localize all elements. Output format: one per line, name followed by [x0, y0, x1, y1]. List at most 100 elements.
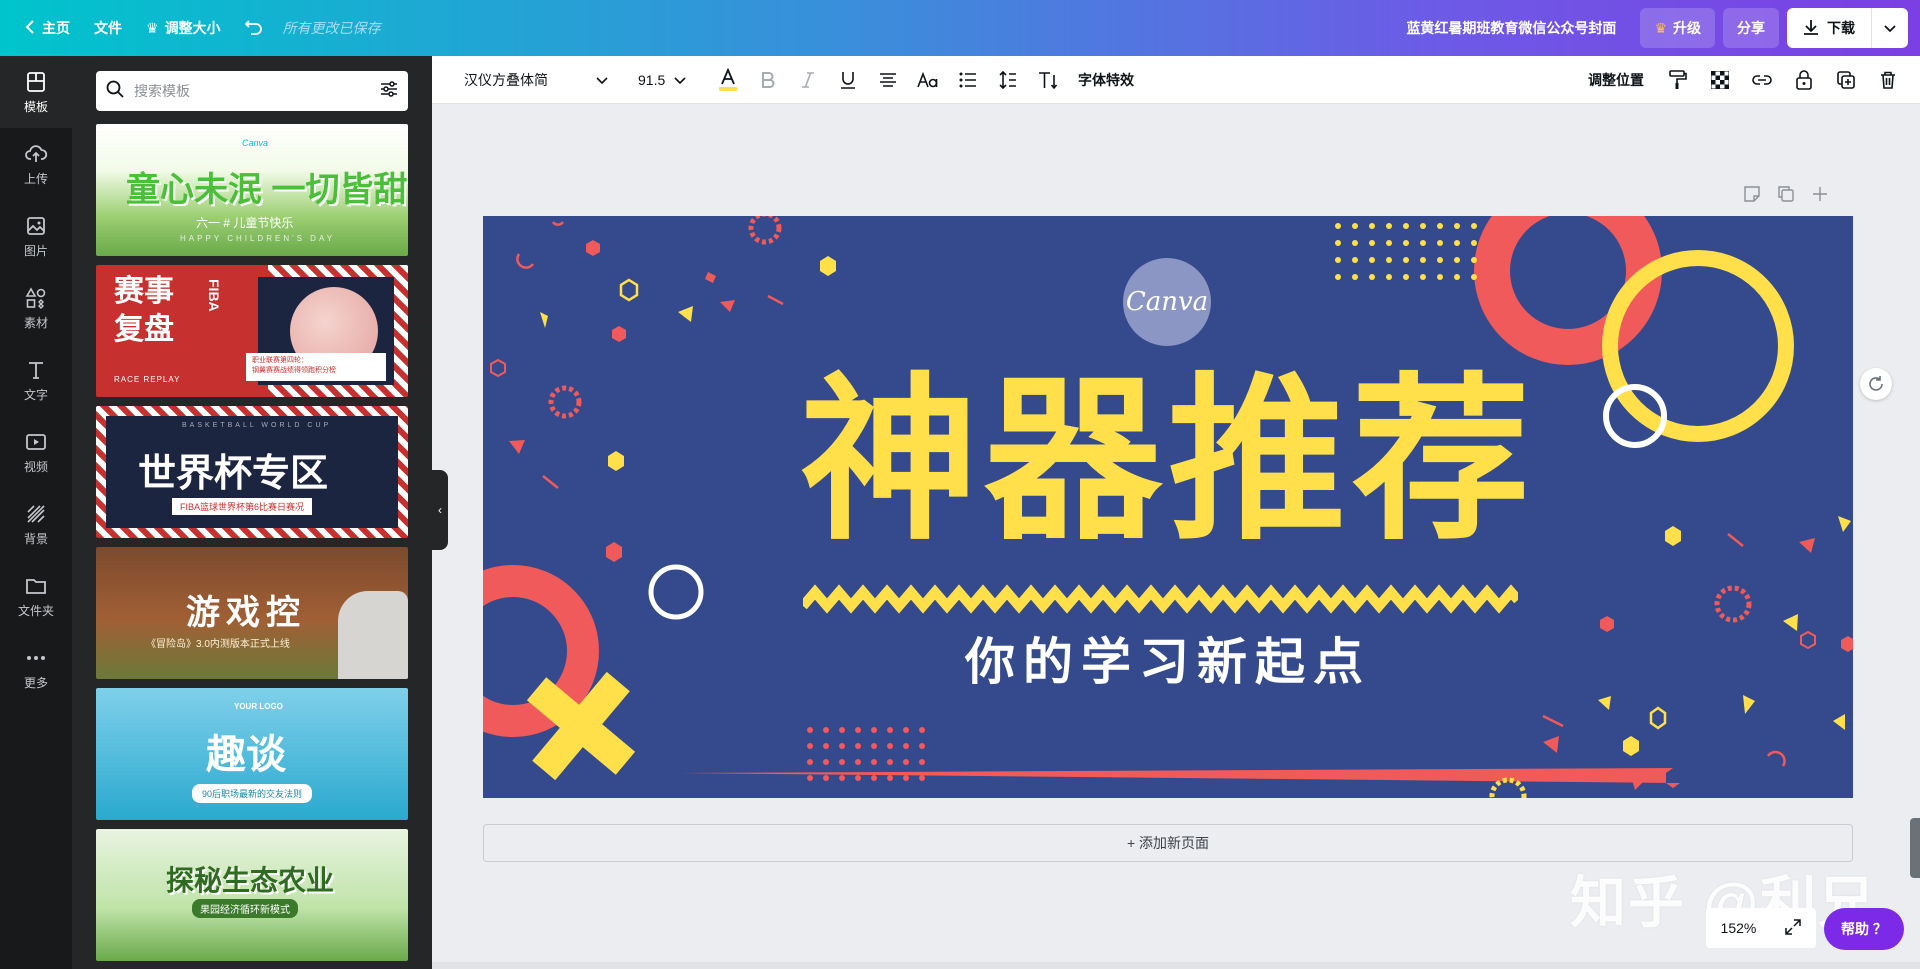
- rail-label: 视频: [23, 459, 48, 474]
- rail-item-templates[interactable]: 模板: [0, 56, 72, 128]
- template-title: 探秘生态农业: [166, 865, 335, 896]
- link-button[interactable]: [1742, 64, 1782, 96]
- note-icon[interactable]: [1744, 186, 1760, 207]
- design-subtitle[interactable]: 你的学习新起点: [798, 622, 1538, 694]
- horizontal-scrollbar[interactable]: [432, 962, 1920, 969]
- list-button[interactable]: [948, 64, 988, 96]
- help-button[interactable]: 帮助 ？: [1824, 908, 1904, 950]
- copy-style-button[interactable]: [1658, 64, 1698, 96]
- rail-item-uploads[interactable]: 上传: [0, 128, 72, 200]
- template-list: Canva 童心未泯 一切皆甜 六一 # 儿童节快乐 HAPPY CHILDRE…: [96, 124, 408, 969]
- design-canvas[interactable]: Canva 神器推荐 你的学习新起点: [483, 216, 1853, 798]
- add-page-icon[interactable]: [1812, 186, 1828, 207]
- template-search[interactable]: [96, 71, 408, 111]
- template-thumb-world-cup[interactable]: BASKETBALL WORLD CUP 世界杯专区 FIBA篮球世界杯第6比赛…: [96, 406, 408, 538]
- underline-icon: [841, 71, 855, 89]
- underline-button[interactable]: [828, 64, 868, 96]
- rail-item-photos[interactable]: 图片: [0, 200, 72, 272]
- rail-item-more[interactable]: 更多: [0, 632, 72, 704]
- font-family-select[interactable]: 汉仪方叠体简: [456, 64, 616, 96]
- elephant-image: [338, 591, 408, 679]
- chevron-left-icon: [24, 19, 36, 37]
- text-color-button[interactable]: [708, 64, 748, 96]
- text-direction-icon: [1039, 71, 1058, 89]
- home-button[interactable]: 主页: [12, 8, 82, 48]
- zoom-control[interactable]: 152%: [1706, 908, 1816, 948]
- template-thumb-gamer[interactable]: 游戏控 《冒险岛》3.0内测版本正式上线: [96, 547, 408, 679]
- rail-label: 文字: [23, 387, 48, 402]
- vertical-text-button[interactable]: [1028, 64, 1068, 96]
- bold-icon: [762, 71, 775, 88]
- download-options-button[interactable]: [1872, 8, 1908, 48]
- duplicate-button[interactable]: [1826, 64, 1866, 96]
- zigzag-divider[interactable]: [803, 584, 1518, 614]
- save-status: 所有更改已保存: [282, 20, 381, 36]
- photo-icon: [27, 216, 45, 235]
- bold-button[interactable]: [748, 64, 788, 96]
- canva-logo[interactable]: Canva: [1123, 258, 1211, 346]
- side-tab[interactable]: [1910, 818, 1920, 878]
- template-title: 趣谈: [206, 733, 286, 777]
- duplicate-page-icon[interactable]: [1778, 186, 1794, 207]
- filter-icon[interactable]: [380, 80, 398, 103]
- rail-item-text[interactable]: 文字: [0, 344, 72, 416]
- italic-button[interactable]: [788, 64, 828, 96]
- search-input[interactable]: [134, 83, 370, 99]
- chevron-left-icon: ‹: [438, 503, 442, 517]
- template-thumb-eco-farm[interactable]: 探秘生态农业 果园经济循环新模式: [96, 829, 408, 961]
- upgrade-label: 升级: [1673, 20, 1701, 36]
- rail-item-folders[interactable]: 文件夹: [0, 560, 72, 632]
- delete-button[interactable]: [1868, 64, 1908, 96]
- download-button[interactable]: 下载: [1787, 8, 1908, 48]
- position-button[interactable]: 调整位置: [1588, 70, 1644, 90]
- collapse-panel-button[interactable]: ‹: [432, 470, 448, 550]
- italic-icon: [802, 71, 814, 88]
- template-tagline: RACE REPLAY: [114, 375, 181, 384]
- page-tools: [1744, 186, 1828, 207]
- letter-case-button[interactable]: [908, 64, 948, 96]
- line-spacing-icon: [999, 70, 1016, 89]
- transparency-button[interactable]: [1700, 64, 1740, 96]
- align-button[interactable]: [868, 64, 908, 96]
- rail-item-videos[interactable]: 视频: [0, 416, 72, 488]
- templates-panel: Canva 童心未泯 一切皆甜 六一 # 儿童节快乐 HAPPY CHILDRE…: [72, 56, 432, 969]
- template-thumb-childrens-day[interactable]: Canva 童心未泯 一切皆甜 六一 # 儿童节快乐 HAPPY CHILDRE…: [96, 124, 408, 256]
- template-tagline: BASKETBALL WORLD CUP: [182, 422, 332, 429]
- rail-label: 模板: [23, 99, 48, 114]
- font-size-select[interactable]: 91.5: [630, 64, 694, 96]
- template-thumb-race-replay[interactable]: 赛事 复盘 FIBA 职业联赛第四轮： 钢翼赛赛战绩得领跑积分榜 RACE RE…: [96, 265, 408, 397]
- resize-button[interactable]: ♛ 调整大小: [134, 8, 233, 48]
- lock-button[interactable]: [1784, 64, 1824, 96]
- undo-button[interactable]: [233, 8, 275, 48]
- elements-icon: [25, 286, 46, 309]
- share-button[interactable]: 分享: [1723, 8, 1779, 48]
- design-title[interactable]: 神器推荐: [798, 366, 1538, 556]
- background-icon: [27, 504, 45, 523]
- rail-item-background[interactable]: 背景: [0, 488, 72, 560]
- text-color-icon: [719, 67, 737, 91]
- rail-label: 上传: [23, 171, 48, 186]
- spacing-button[interactable]: [988, 64, 1028, 96]
- template-note: 职业联赛第四轮： 钢翼赛赛战绩得领跑积分榜: [246, 353, 386, 381]
- template-title: 赛事 复盘: [114, 275, 174, 346]
- search-icon: [106, 80, 124, 103]
- file-menu-button[interactable]: 文件: [82, 8, 134, 48]
- text-effects-button[interactable]: 字体特效: [1078, 70, 1134, 90]
- add-page-button[interactable]: + 添加新页面: [483, 824, 1853, 862]
- template-subtitle: 《冒险岛》3.0内测版本正式上线: [146, 639, 290, 650]
- template-thumb-chat[interactable]: YOUR LOGO 趣谈 90后职场最新的交友法则: [96, 688, 408, 820]
- rail-label: 背景: [23, 531, 48, 546]
- refresh-button[interactable]: [1860, 368, 1892, 400]
- download-main[interactable]: 下载: [1787, 8, 1872, 48]
- document-title[interactable]: 蓝黄红暑期班教育微信公众号封面: [1406, 18, 1616, 38]
- home-label: 主页: [42, 20, 70, 36]
- fullscreen-icon[interactable]: [1785, 918, 1802, 938]
- zoom-value[interactable]: 152%: [1721, 920, 1757, 936]
- text-icon: [29, 361, 43, 379]
- refresh-icon: [1869, 376, 1883, 391]
- rail-item-elements[interactable]: 素材: [0, 272, 72, 344]
- align-center-icon: [880, 72, 896, 87]
- rail-label: 文件夹: [17, 603, 54, 618]
- upgrade-button[interactable]: ♛ 升级: [1640, 8, 1715, 48]
- template-icon: [27, 71, 45, 92]
